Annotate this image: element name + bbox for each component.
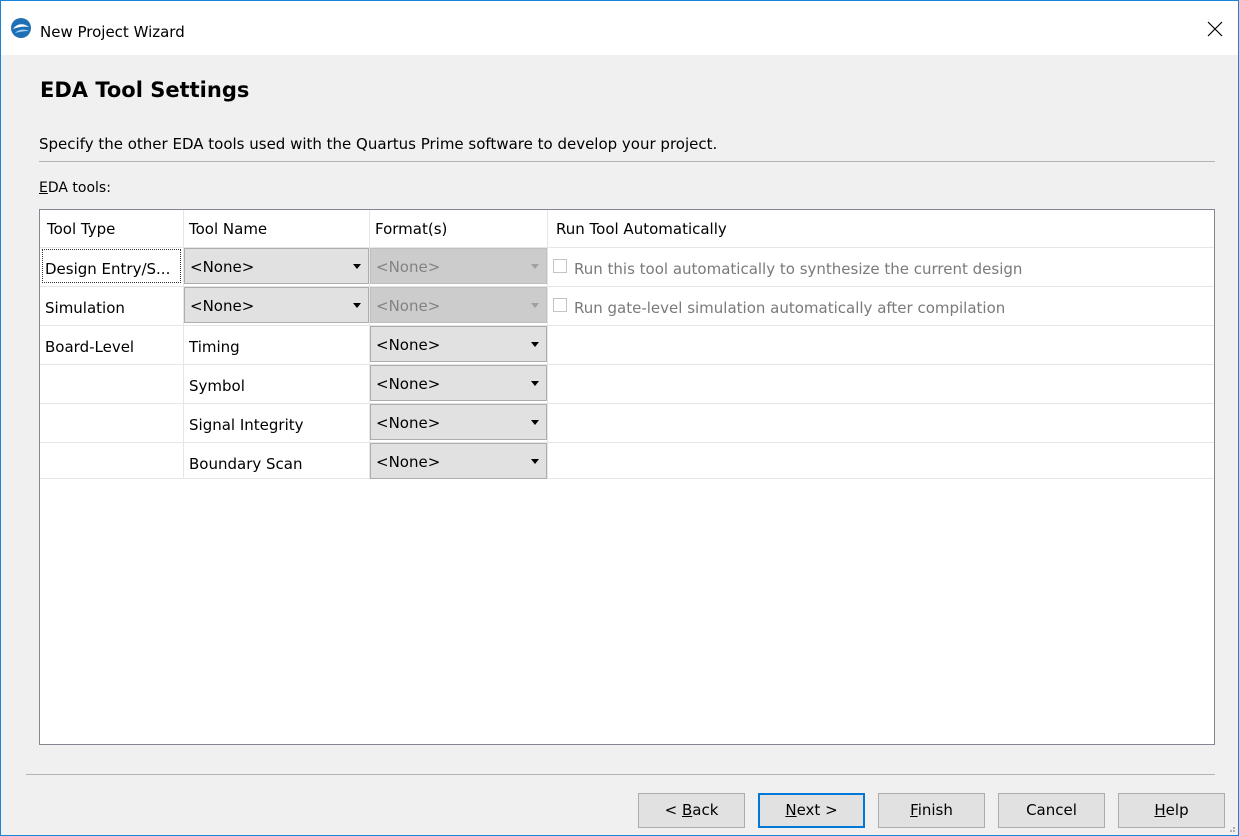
tool-name-cell[interactable]: Boundary Scan <box>189 455 302 473</box>
tool-type-cell[interactable]: Board-Level <box>45 338 134 356</box>
eda-tools-table: Tool Type Tool Name Format(s) Run Tool A… <box>39 209 1215 745</box>
row-divider <box>40 478 1214 479</box>
run-simulation-checkbox[interactable] <box>553 298 567 312</box>
tool-name-cell[interactable]: Signal Integrity <box>189 416 304 434</box>
dropdown-arrow-icon <box>531 420 539 425</box>
tool-name-cell[interactable]: Timing <box>189 338 240 356</box>
header-run-tool-automatically[interactable]: Run Tool Automatically <box>556 220 727 238</box>
page-description: Specify the other EDA tools used with th… <box>39 135 718 153</box>
quartus-app-icon <box>11 18 31 38</box>
dropdown-arrow-icon <box>531 303 539 308</box>
window-title: New Project Wizard <box>40 23 185 41</box>
close-button[interactable] <box>1192 9 1238 49</box>
tool-name-cell[interactable]: Symbol <box>189 377 245 395</box>
run-synthesis-checkbox[interactable] <box>553 259 567 273</box>
dropdown-arrow-icon <box>531 459 539 464</box>
dropdown-arrow-icon <box>353 303 361 308</box>
dropdown-arrow-icon <box>353 264 361 269</box>
close-icon <box>1207 21 1223 37</box>
page-heading: EDA Tool Settings <box>40 78 250 102</box>
cancel-button[interactable]: Cancel <box>998 793 1105 828</box>
format-dropdown[interactable]: <None> <box>370 443 547 479</box>
format-dropdown[interactable]: <None> <box>370 326 547 362</box>
format-dropdown[interactable]: <None> <box>370 287 547 323</box>
run-simulation-label[interactable]: Run gate-level simulation automatically … <box>574 299 1005 317</box>
format-dropdown[interactable]: <None> <box>370 404 547 440</box>
row-divider <box>40 403 1214 404</box>
resize-grip-icon[interactable] <box>1226 823 1236 833</box>
dropdown-arrow-icon <box>531 342 539 347</box>
format-dropdown[interactable]: <None> <box>370 248 547 284</box>
format-dropdown[interactable]: <None> <box>370 365 547 401</box>
header-tool-name[interactable]: Tool Name <box>189 220 267 238</box>
run-synthesis-label[interactable]: Run this tool automatically to synthesiz… <box>574 260 1022 278</box>
row-divider <box>40 442 1214 443</box>
footer-divider <box>26 774 1215 775</box>
row-divider <box>40 325 1214 326</box>
tool-name-dropdown[interactable]: <None> <box>184 248 369 284</box>
row-divider <box>40 364 1214 365</box>
header-tool-type[interactable]: Tool Type <box>47 220 115 238</box>
wizard-window: New Project Wizard EDA Tool Settings Spe… <box>0 0 1239 836</box>
eda-tools-label: EDA tools: <box>39 180 111 196</box>
dropdown-arrow-icon <box>531 264 539 269</box>
header-divider <box>39 161 1215 162</box>
title-bar: New Project Wizard <box>1 1 1238 55</box>
tool-type-cell[interactable]: Simulation <box>45 299 125 317</box>
tool-name-dropdown[interactable]: <None> <box>184 287 369 323</box>
column-divider <box>547 210 548 478</box>
next-button[interactable]: Next > <box>758 793 865 828</box>
dropdown-arrow-icon <box>531 381 539 386</box>
tool-type-cell[interactable]: Design Entry/S... <box>45 260 170 278</box>
help-button[interactable]: Help <box>1118 793 1225 828</box>
back-button[interactable]: < Back <box>638 793 745 828</box>
finish-button[interactable]: Finish <box>878 793 985 828</box>
header-formats[interactable]: Format(s) <box>375 220 447 238</box>
